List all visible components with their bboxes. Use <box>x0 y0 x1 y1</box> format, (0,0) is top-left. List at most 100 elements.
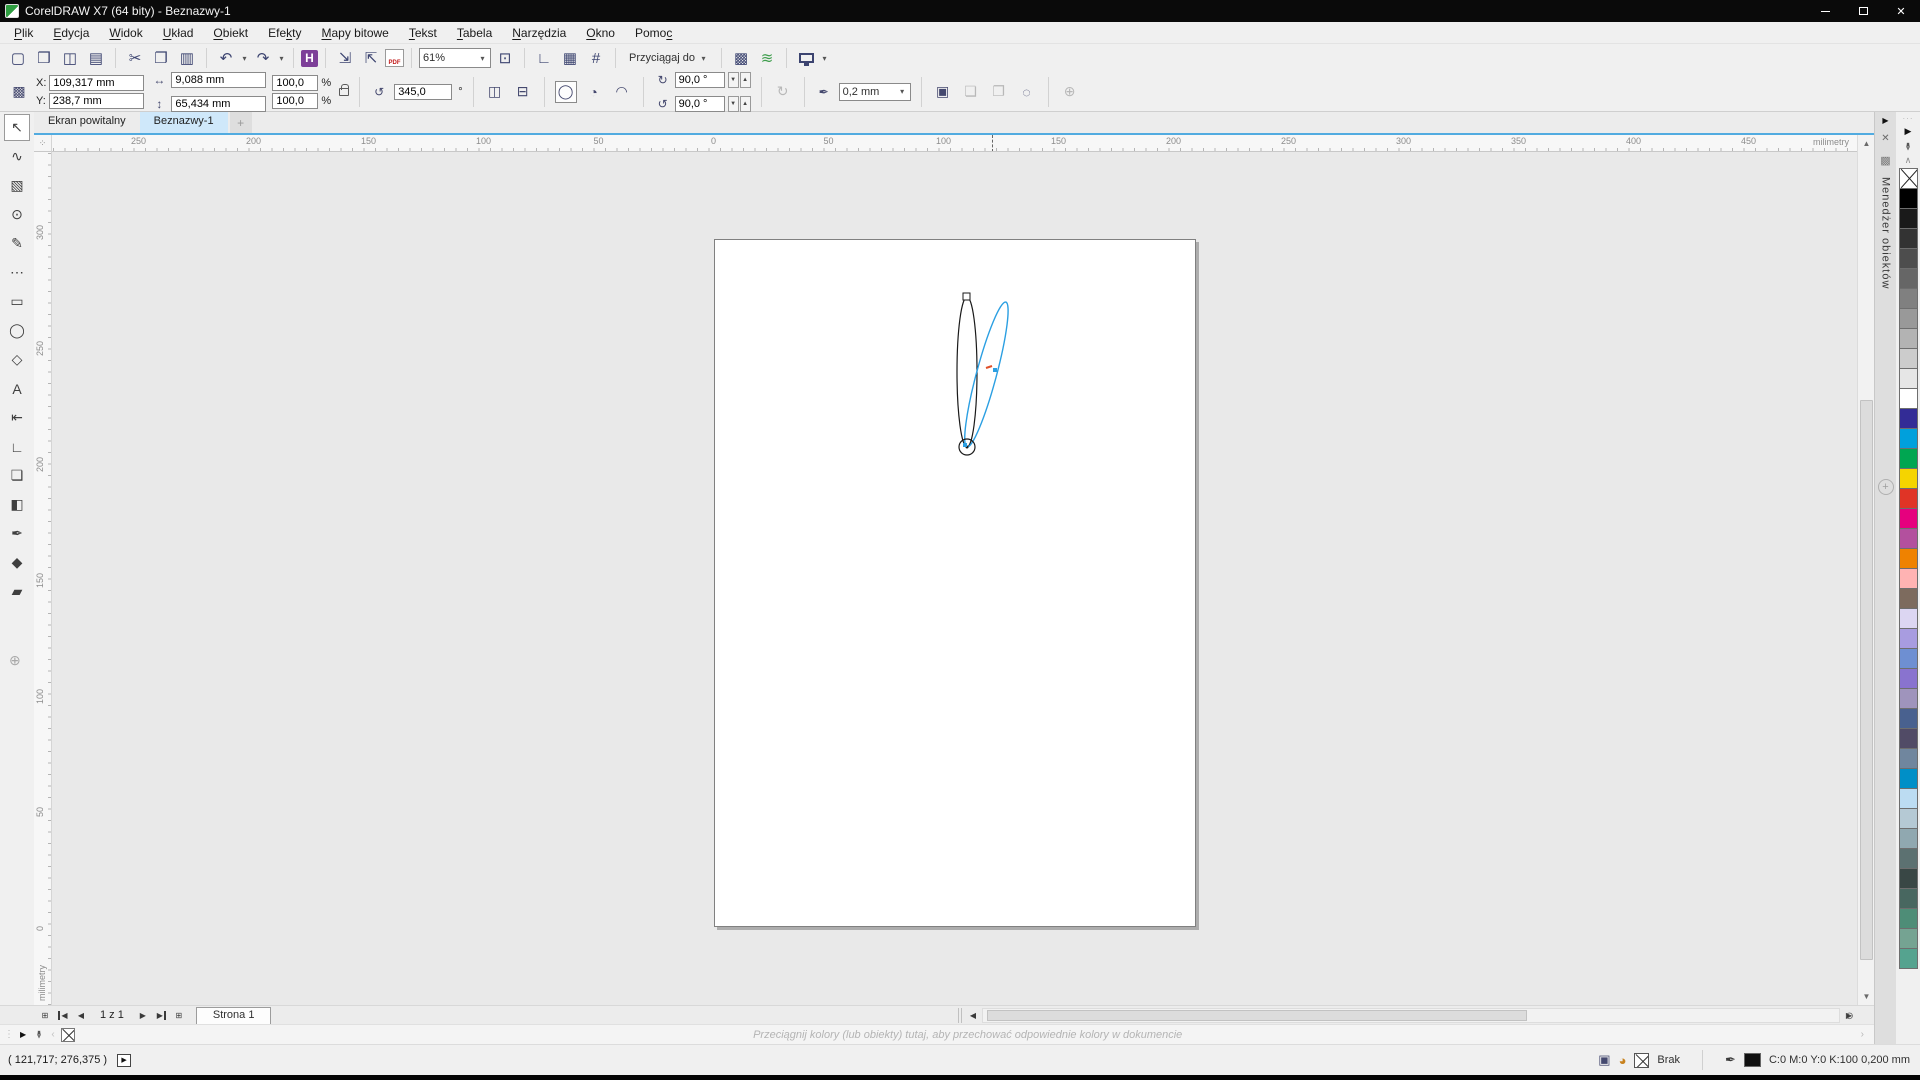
arc-mode-button[interactable]: ◠ <box>611 81 633 103</box>
vertical-scroll-thumb[interactable] <box>1860 400 1873 960</box>
export-icon[interactable]: ⇱ <box>359 46 383 70</box>
menu-item[interactable]: Pomoc <box>625 23 682 43</box>
convert-to-curves-icon[interactable]: ◌ <box>1016 81 1038 103</box>
menu-item[interactable]: Widok <box>99 23 152 43</box>
palette-color-swatch[interactable] <box>1899 548 1918 569</box>
document-page[interactable] <box>714 239 1196 927</box>
object-origin-icon[interactable]: ▩ <box>8 81 30 103</box>
pan-zoom-corner-icon[interactable]: ⊙ <box>1841 1008 1858 1024</box>
docker-add-button[interactable]: + <box>1878 479 1894 495</box>
mirror-horizontal-icon[interactable]: ◫ <box>484 81 506 103</box>
import-icon[interactable]: ⇲ <box>333 46 357 70</box>
copy-icon[interactable]: ❐ <box>149 46 173 70</box>
next-page-button[interactable]: ▶ <box>134 1007 152 1024</box>
new-document-icon[interactable]: ▢ <box>6 46 30 70</box>
palette-color-swatch[interactable] <box>1899 268 1918 289</box>
palette-color-swatch[interactable] <box>1899 808 1918 829</box>
menu-item[interactable]: Tekst <box>399 23 447 43</box>
wrap-text-icon[interactable]: ▣ <box>932 81 954 103</box>
palette-color-swatch[interactable] <box>1899 868 1918 889</box>
rectangle-tool[interactable]: ▭ <box>4 288 30 315</box>
to-back-icon[interactable]: ❐ <box>988 81 1010 103</box>
menu-item[interactable]: Plik <box>4 23 43 43</box>
menu-item[interactable]: Tabela <box>447 23 502 43</box>
ellipse-mode-button[interactable]: ◯ <box>555 81 577 103</box>
palette-color-swatch[interactable] <box>1899 828 1918 849</box>
connector-tool[interactable]: ∟ <box>4 433 30 460</box>
text-tool[interactable]: A <box>4 375 30 402</box>
restore-button[interactable] <box>1844 0 1882 22</box>
palette-color-swatch[interactable] <box>1899 648 1918 669</box>
scroll-left-button[interactable]: ◀ <box>964 1007 982 1024</box>
mirror-vertical-icon[interactable]: ⊟ <box>512 81 534 103</box>
toolbox-customize-button[interactable]: ⊕ <box>9 652 21 669</box>
fill-color-icon[interactable]: ◕ <box>1619 1053 1627 1068</box>
launcher-icon[interactable]: ≋ <box>755 46 779 70</box>
color-eyedropper-tool[interactable]: ✒ <box>4 520 30 547</box>
new-document-tab-button[interactable]: + <box>230 112 252 133</box>
palette-color-swatch[interactable] <box>1899 348 1918 369</box>
undo-icon[interactable]: ↶ <box>214 46 238 70</box>
palette-color-swatch[interactable] <box>1899 188 1918 209</box>
palette-color-swatch[interactable] <box>1899 688 1918 709</box>
palette-color-swatch[interactable] <box>1899 668 1918 689</box>
snap-to-dropdown[interactable]: Przyciągaj do ▾ <box>623 50 714 66</box>
tab-welcome-screen[interactable]: Ekran powitalny <box>34 112 140 133</box>
palette-color-swatch[interactable] <box>1899 448 1918 469</box>
vertical-ruler[interactable]: 300250200150100500 milimetry <box>34 152 52 1005</box>
scrollbar-splitter[interactable] <box>958 1008 962 1023</box>
ellipse-tool[interactable]: ◯ <box>4 317 30 344</box>
palette-color-swatch[interactable] <box>1899 568 1918 589</box>
page-tab-strona-1[interactable]: Strona 1 <box>196 1007 272 1024</box>
cut-icon[interactable]: ✂ <box>123 46 147 70</box>
transparency-tool[interactable]: ◧ <box>4 491 30 518</box>
drawing-canvas[interactable] <box>52 152 1857 1005</box>
palette-color-swatch[interactable] <box>1899 488 1918 509</box>
palette-color-swatch[interactable] <box>1899 608 1918 629</box>
end-angle-spin-up[interactable]: ▲ <box>740 96 751 112</box>
horizontal-scroll-thumb[interactable] <box>987 1010 1527 1021</box>
fullscreen-preview-icon[interactable]: ⊡ <box>493 46 517 70</box>
rotation-angle-input[interactable] <box>394 84 452 100</box>
zoom-level-combo[interactable]: 61% ▾ <box>419 48 491 68</box>
menu-item[interactable]: Okno <box>576 23 625 43</box>
save-icon[interactable]: ◫ <box>58 46 82 70</box>
shape-tool[interactable]: ∿ <box>4 143 30 170</box>
crop-tool[interactable]: ▧ <box>4 172 30 199</box>
document-palette-grip[interactable]: ⋮ <box>4 1029 14 1040</box>
show-rulers-icon[interactable]: ∟ <box>532 46 556 70</box>
document-palette-no-color-swatch[interactable] <box>61 1028 75 1042</box>
polygon-tool[interactable]: ◇ <box>4 346 30 373</box>
redo-icon[interactable]: ↷ <box>251 46 275 70</box>
application-launcher-icon[interactable] <box>794 46 818 70</box>
close-button[interactable]: ✕ <box>1882 0 1920 22</box>
pick-tool[interactable]: ↖ <box>4 114 30 141</box>
palette-color-swatch[interactable] <box>1899 768 1918 789</box>
proof-colors-icon[interactable]: ▣ <box>1598 1052 1610 1068</box>
palette-color-swatch[interactable] <box>1899 628 1918 649</box>
menu-item[interactable]: Mapy bitowe <box>311 23 398 43</box>
start-angle-input[interactable] <box>675 72 725 88</box>
scroll-down-button[interactable]: ▼ <box>1858 988 1875 1005</box>
pie-mode-button[interactable]: ◔ <box>583 81 605 103</box>
application-launcher-caret[interactable]: ▾ <box>820 54 829 63</box>
menu-item[interactable]: Efekty <box>258 23 311 43</box>
show-guidelines-icon[interactable]: # <box>584 46 608 70</box>
menu-item[interactable]: Układ <box>153 23 204 43</box>
palette-color-swatch[interactable] <box>1899 508 1918 529</box>
smart-fill-tool[interactable]: ▰ <box>4 578 30 605</box>
undo-dropdown-caret[interactable]: ▾ <box>240 54 249 63</box>
palette-color-swatch[interactable] <box>1899 288 1918 309</box>
show-grid-icon[interactable]: ▦ <box>558 46 582 70</box>
vertical-scrollbar[interactable]: ▲ ▼ <box>1857 135 1874 1005</box>
zoom-tool[interactable]: ⊙ <box>4 201 30 228</box>
scale-x-input[interactable] <box>272 75 318 91</box>
horizontal-scrollbar[interactable]: ◀ ▶ ⊙ <box>958 1007 1858 1024</box>
palette-color-swatch[interactable] <box>1899 928 1918 949</box>
publish-pdf-icon[interactable]: PDF <box>385 49 404 67</box>
tab-document[interactable]: Beznazwy-1 <box>140 112 228 133</box>
palette-color-swatch[interactable] <box>1899 368 1918 389</box>
paste-icon[interactable]: ▥ <box>175 46 199 70</box>
palette-color-swatch[interactable] <box>1899 228 1918 249</box>
start-angle-spin-up[interactable]: ▲ <box>740 72 751 88</box>
